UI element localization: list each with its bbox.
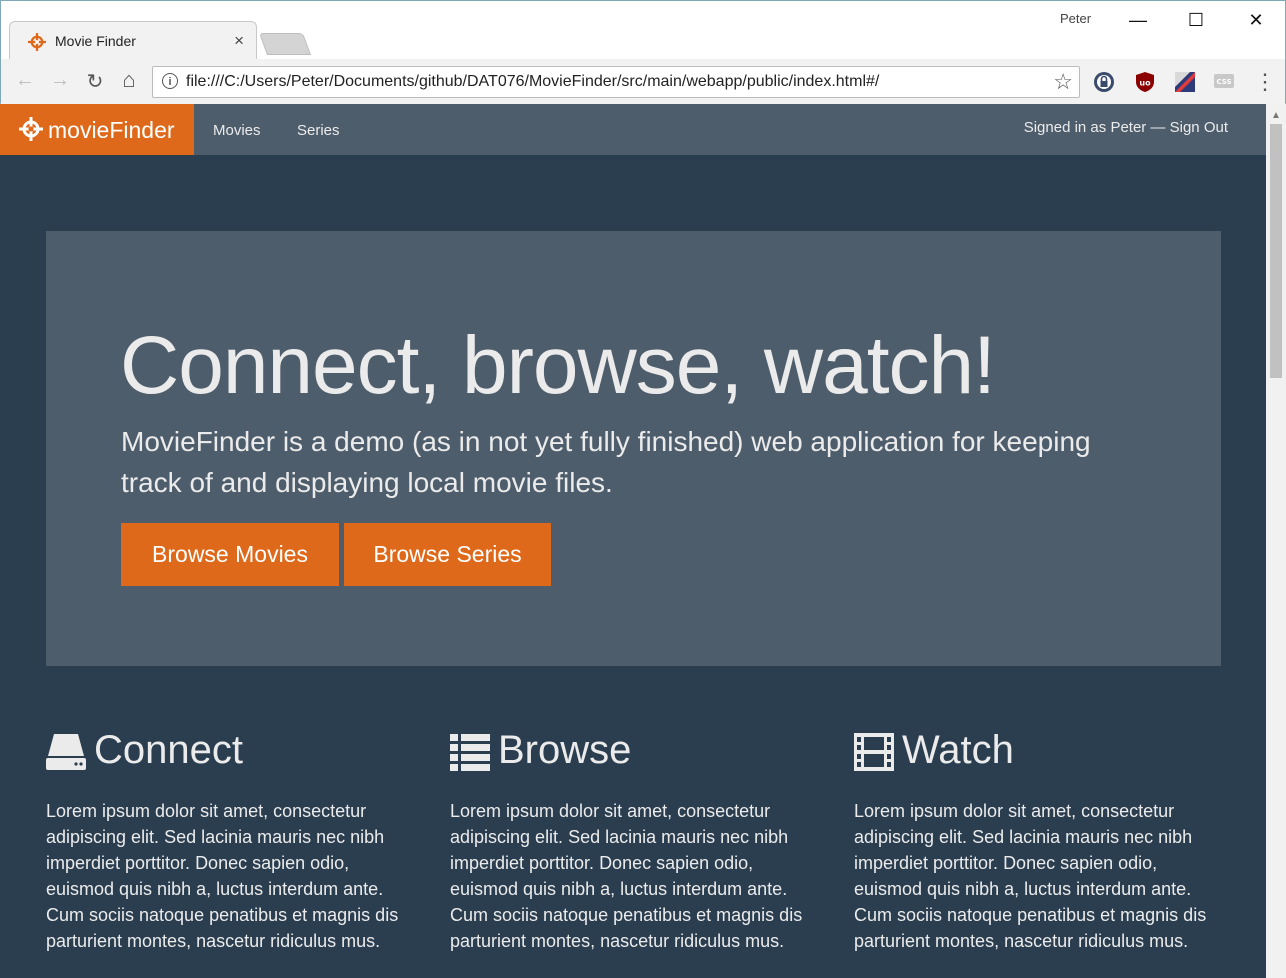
tab-close-icon[interactable]: × [234, 31, 244, 51]
hdd-icon [46, 734, 86, 770]
web-page: movieFinder Movies Series Signed in as P… [0, 104, 1266, 978]
feature-text: Lorem ipsum dolor sit amet, consectetur … [854, 801, 1207, 951]
page-scrollbar[interactable]: ▲ [1266, 104, 1286, 978]
close-window-button[interactable]: ✕ [1233, 5, 1279, 35]
user-status-signout-link[interactable]: Signed in as Peter — Sign Out [1024, 119, 1228, 136]
ublock-extension-icon[interactable]: uo [1134, 71, 1156, 93]
nav-link-movies[interactable]: Movies [213, 122, 261, 139]
brand-text: movieFinder [48, 117, 175, 143]
css-extension-icon[interactable]: CSS [1213, 71, 1235, 93]
lastpass-extension-icon[interactable] [1093, 71, 1115, 93]
browse-series-button[interactable]: Browse Series [344, 523, 551, 586]
hero-jumbotron: Connect, browse, watch! MovieFinder is a… [46, 231, 1221, 666]
feature-text: Lorem ipsum dolor sit amet, consectetur … [450, 801, 803, 951]
browser-toolbar: ← → ↻ ⌂ i file:///C:/Users/Peter/Documen… [1, 59, 1285, 105]
hero-lead-text: MovieFinder is a demo (as in not yet ful… [121, 426, 1091, 498]
feature-watch: Watch Lorem ipsum dolor sit amet, consec… [854, 724, 1214, 954]
stylish-extension-icon[interactable] [1174, 71, 1196, 93]
home-icon[interactable]: ⌂ [117, 67, 141, 93]
svg-text:CSS: CSS [1216, 78, 1231, 86]
browser-menu-icon[interactable]: ⋮ [1253, 69, 1277, 95]
bookmark-star-icon[interactable]: ☆ [1053, 69, 1073, 95]
tab-title: Movie Finder [55, 33, 136, 49]
feature-title: Connect [94, 728, 243, 772]
profile-name[interactable]: Peter [1060, 11, 1091, 26]
scroll-up-arrow-icon[interactable]: ▲ [1271, 110, 1281, 121]
scrollbar-thumb[interactable] [1270, 124, 1282, 378]
reload-icon[interactable]: ↻ [83, 69, 107, 94]
info-icon[interactable]: i [162, 73, 178, 89]
address-bar[interactable]: i file:///C:/Users/Peter/Documents/githu… [152, 66, 1080, 98]
browse-movies-button[interactable]: Browse Movies [121, 523, 339, 586]
brand-logo[interactable]: movieFinder [0, 104, 194, 155]
new-tab-button[interactable] [258, 33, 312, 55]
film-icon [854, 733, 894, 771]
title-bar: Movie Finder × Peter — ☐ ✕ [1, 1, 1285, 59]
url-text: file:///C:/Users/Peter/Documents/github/… [186, 73, 880, 90]
feature-title: Browse [498, 728, 632, 772]
feature-browse: Browse Lorem ipsum dolor sit amet, conse… [450, 724, 810, 954]
browser-chrome: Movie Finder × Peter — ☐ ✕ ← → ↻ ⌂ i fil… [0, 0, 1286, 105]
feature-connect: Connect Lorem ipsum dolor sit amet, cons… [46, 724, 406, 954]
movie-finder-logo-icon [19, 117, 43, 141]
feature-text: Lorem ipsum dolor sit amet, consectetur … [46, 801, 399, 951]
minimize-button[interactable]: — [1115, 5, 1161, 35]
maximize-button[interactable]: ☐ [1173, 5, 1219, 35]
list-icon [450, 734, 490, 771]
site-navbar: movieFinder Movies Series Signed in as P… [0, 104, 1266, 155]
hero-title: Connect, browse, watch! [120, 320, 996, 411]
svg-text:uo: uo [1139, 79, 1151, 88]
back-arrow-icon[interactable]: ← [13, 69, 37, 92]
feature-title: Watch [902, 728, 1014, 772]
forward-arrow-icon[interactable]: → [48, 69, 72, 92]
browser-tab[interactable]: Movie Finder × [9, 21, 257, 59]
movie-finder-favicon-icon [28, 33, 46, 51]
nav-link-series[interactable]: Series [297, 122, 340, 139]
